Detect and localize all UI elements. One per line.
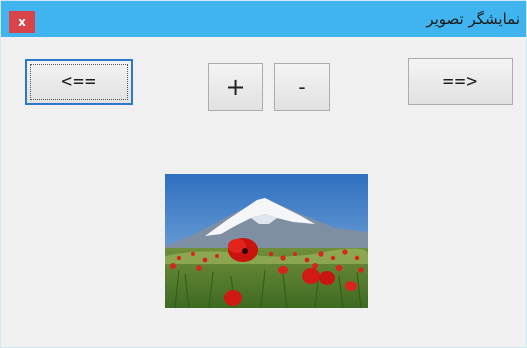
displayed-picture [165,174,368,308]
next-button-label: ==> [442,71,479,92]
title-bar[interactable]: x نمایشگر تصویر [1,1,526,37]
zoom-out-button[interactable]: - [274,63,330,111]
zoom-out-label: - [298,75,306,99]
zoom-in-label: + [225,73,246,101]
close-icon: x [18,15,26,29]
close-button[interactable]: x [9,11,35,33]
next-image-button[interactable]: ==> [408,58,513,105]
previous-image-button[interactable]: <== [25,59,133,105]
image-viewer-window: x نمایشگر تصویر <== + - ==> [0,0,527,348]
window-title: نمایشگر تصویر [426,10,520,28]
zoom-in-button[interactable]: + [208,63,263,111]
poppy-mountain-photo [165,174,368,308]
previous-button-label: <== [61,71,97,92]
